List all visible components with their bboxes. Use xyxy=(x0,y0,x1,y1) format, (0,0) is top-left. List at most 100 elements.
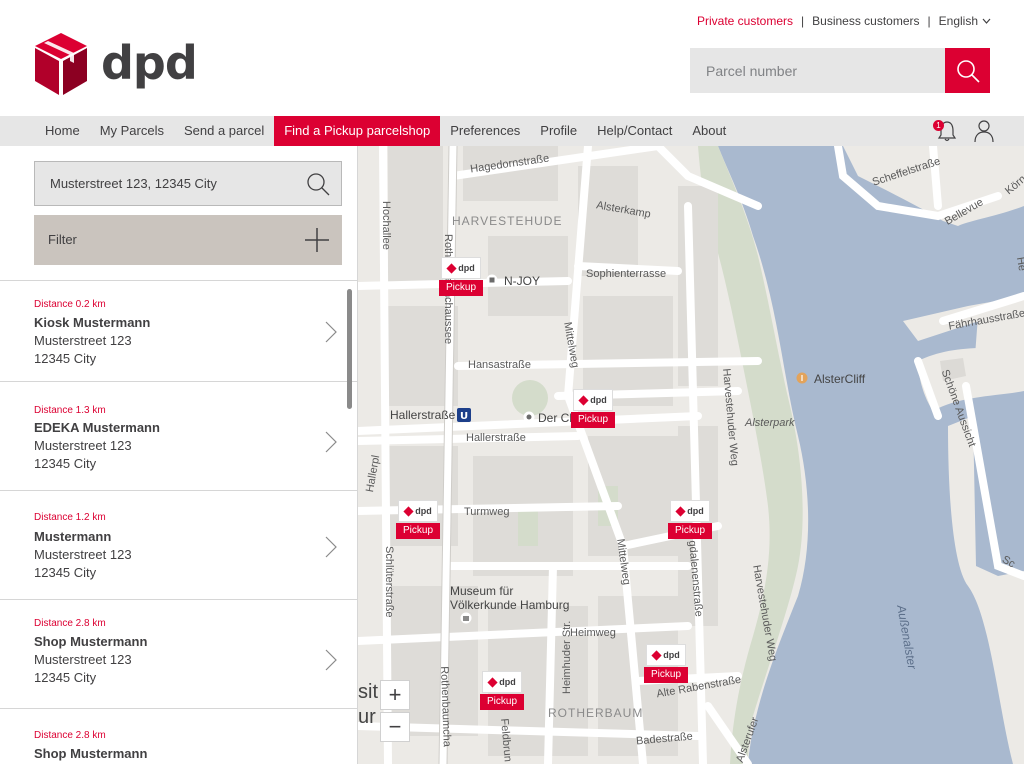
shop-city: 12345 City xyxy=(34,670,97,685)
dpd-cube-icon xyxy=(35,33,87,95)
nav-send-parcel[interactable]: Send a parcel xyxy=(174,116,274,146)
pickup-pin[interactable]: dpd Pickup xyxy=(571,389,615,428)
notification-badge: 1 xyxy=(933,120,944,131)
shop-name: Shop Mustermann xyxy=(34,634,148,649)
pickup-map[interactable]: Hagedornstraße HARVESTEHUDE Alsterkamp H… xyxy=(358,146,1024,764)
list-item[interactable]: Distance 1.2 km Mustermann Musterstreet … xyxy=(0,491,357,600)
search-icon xyxy=(956,59,980,83)
plus-icon xyxy=(305,228,329,252)
shop-name: EDEKA Mustermann xyxy=(34,420,160,435)
shop-distance: Distance 2.8 km xyxy=(34,618,106,629)
dpd-cube-icon xyxy=(487,676,498,688)
dpd-cube-icon xyxy=(578,394,589,406)
shop-name: Mustermann xyxy=(34,529,112,544)
dpd-cube-icon xyxy=(446,262,457,274)
pickup-shop-list: Distance 0.2 km Kiosk Mustermann Musters… xyxy=(0,280,357,764)
top-links: Private customers | Business customers |… xyxy=(697,14,991,28)
pickup-pin[interactable]: dpd Pickup xyxy=(480,671,524,710)
address-search xyxy=(34,161,342,206)
business-customers-link[interactable]: Business customers xyxy=(812,14,919,28)
shop-distance: Distance 1.3 km xyxy=(34,405,106,416)
list-item[interactable]: Distance 2.8 km Shop Mustermann xyxy=(0,709,357,764)
map-label: sit xyxy=(358,681,378,703)
restaurant-icon xyxy=(796,372,808,384)
nav-home[interactable]: Home xyxy=(35,116,90,146)
separator: | xyxy=(927,14,931,28)
list-item[interactable]: Distance 2.8 km Shop Mustermann Musterst… xyxy=(0,600,357,709)
map-label: Hansastraße xyxy=(468,359,531,371)
pin-logo: dpd xyxy=(670,500,710,522)
pickup-pin-label[interactable]: Pickup xyxy=(644,667,688,683)
nav-find-pickup[interactable]: Find a Pickup parcelshop xyxy=(274,116,441,146)
nav-help-contact[interactable]: Help/Contact xyxy=(587,116,682,146)
map-label: ROTHERBAUM xyxy=(548,706,644,720)
pickup-pin-label[interactable]: Pickup xyxy=(668,523,712,539)
zoom-in-button[interactable]: + xyxy=(380,680,410,710)
nav-my-parcels[interactable]: My Parcels xyxy=(90,116,174,146)
list-item[interactable]: Distance 1.3 km EDEKA Mustermann Musters… xyxy=(0,382,357,491)
pickup-pin-label[interactable]: Pickup xyxy=(571,412,615,428)
pickup-pin-label[interactable]: Pickup xyxy=(396,523,440,539)
shop-name: Kiosk Mustermann xyxy=(34,315,151,330)
svg-text:U: U xyxy=(460,411,468,422)
pickup-pin-label[interactable]: Pickup xyxy=(480,694,524,710)
map-label: Hallerstraße xyxy=(390,408,456,422)
chevron-right-icon xyxy=(325,431,337,453)
pin-logo: dpd xyxy=(398,500,438,522)
main-nav: Home My Parcels Send a parcel Find a Pic… xyxy=(0,116,1024,146)
map-label: Völkerkunde Hamburg xyxy=(450,598,570,612)
shop-name: Shop Mustermann xyxy=(34,746,148,761)
list-scrollbar[interactable] xyxy=(347,289,352,409)
search-icon[interactable] xyxy=(305,171,331,197)
parcel-search-button[interactable] xyxy=(945,48,990,93)
separator: | xyxy=(801,14,805,28)
dpd-cube-icon xyxy=(651,649,662,661)
pickup-pin-label[interactable]: Pickup xyxy=(439,280,483,296)
parcel-number-input[interactable] xyxy=(690,48,945,93)
notifications-button[interactable]: 1 xyxy=(933,119,958,143)
user-icon[interactable] xyxy=(974,119,994,143)
map-label: N-JOY xyxy=(504,274,540,288)
nav-about[interactable]: About xyxy=(682,116,736,146)
parcel-search xyxy=(690,48,990,93)
chevron-right-icon xyxy=(325,536,337,558)
header: dpd Private customers | Business custome… xyxy=(0,0,1024,116)
nav-preferences[interactable]: Preferences xyxy=(440,116,530,146)
filter-label: Filter xyxy=(48,232,77,247)
map-label: Museum für xyxy=(450,584,514,598)
shop-distance: Distance 0.2 km xyxy=(34,299,106,310)
shop-distance: Distance 1.2 km xyxy=(34,512,106,523)
chevron-right-icon xyxy=(325,649,337,671)
address-input[interactable] xyxy=(35,162,295,205)
pin-logo: dpd xyxy=(646,644,686,666)
shop-street: Musterstreet 123 xyxy=(34,333,132,348)
museum-icon xyxy=(460,612,472,624)
pin-logo: dpd xyxy=(441,257,481,279)
list-item[interactable]: Distance 0.2 km Kiosk Mustermann Musters… xyxy=(0,281,357,382)
pickup-pin[interactable]: dpd Pickup xyxy=(668,500,712,539)
pickup-pin[interactable]: dpd Pickup xyxy=(439,257,483,296)
map-label: HARVESTEHUDE xyxy=(452,214,563,228)
nav-profile[interactable]: Profile xyxy=(530,116,587,146)
zoom-out-button[interactable]: − xyxy=(380,712,410,742)
pickup-pin[interactable]: dpd Pickup xyxy=(396,500,440,539)
map-label: Hallerstraße xyxy=(466,432,526,444)
pickup-pin[interactable]: dpd Pickup xyxy=(644,644,688,683)
radio-station-icon xyxy=(486,274,498,286)
language-label: English xyxy=(938,14,978,28)
pin-logo: dpd xyxy=(482,671,522,693)
pin-logo: dpd xyxy=(573,389,613,411)
shop-distance: Distance 2.8 km xyxy=(34,730,106,741)
language-selector[interactable]: English xyxy=(939,14,991,28)
dpd-cube-icon xyxy=(403,505,414,517)
pickup-list-panel: Filter Distance 0.2 km Kiosk Mustermann … xyxy=(0,146,358,764)
map-background xyxy=(358,146,1024,764)
shop-street: Musterstreet 123 xyxy=(34,652,132,667)
private-customers-link[interactable]: Private customers xyxy=(697,14,793,28)
dpd-cube-icon xyxy=(675,505,686,517)
dpd-logo[interactable]: dpd xyxy=(33,33,198,97)
shop-city: 12345 City xyxy=(34,456,97,471)
map-label: Heimhuder Str. xyxy=(561,620,573,694)
map-label: ur xyxy=(358,706,376,728)
filter-button[interactable]: Filter xyxy=(34,215,342,265)
